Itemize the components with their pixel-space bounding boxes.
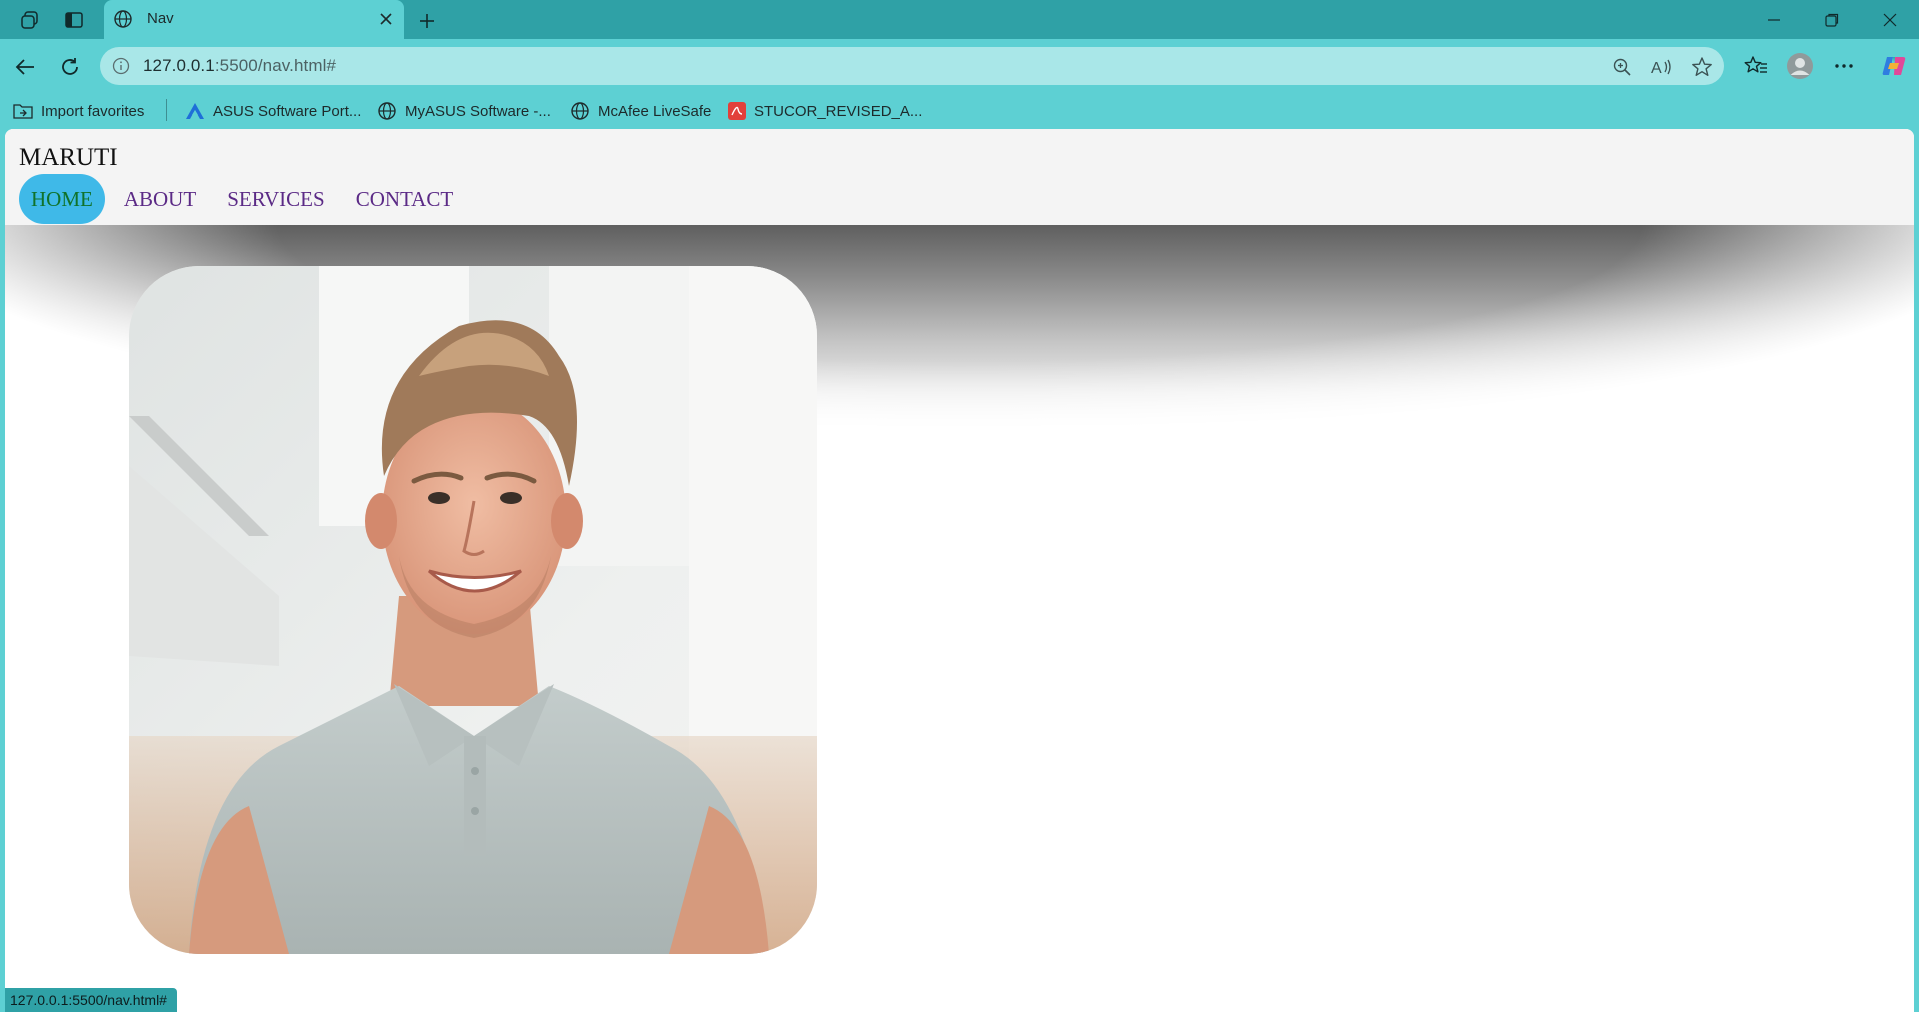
url-path: :5500/nav.html# — [214, 56, 337, 75]
bookmark-import-favorites[interactable]: Import favorites — [13, 98, 144, 124]
refresh-icon[interactable] — [55, 52, 85, 82]
nav-item-services[interactable]: SERVICES — [215, 174, 337, 224]
workspaces-icon[interactable] — [13, 5, 47, 35]
site-info-icon[interactable] — [112, 57, 130, 80]
restore-icon[interactable] — [1803, 0, 1861, 39]
status-url-tooltip: 127.0.0.1:5500/nav.html# — [5, 988, 177, 1012]
url-host: 127.0.0.1 — [143, 56, 215, 75]
bookmarks-bar: Import favorites ASUS Software Port... M… — [0, 94, 1919, 128]
nav-item-about[interactable]: ABOUT — [112, 174, 208, 224]
globe-icon — [113, 9, 133, 34]
profile-avatar-icon[interactable] — [1785, 51, 1815, 81]
browser-title-bar: Nav — [0, 0, 1919, 39]
back-arrow-icon[interactable] — [10, 52, 40, 82]
globe-icon — [377, 101, 397, 121]
bookmark-mcafee-livesafe[interactable]: McAfee LiveSafe — [570, 98, 711, 124]
zoom-icon[interactable] — [1610, 55, 1634, 79]
tab-nav[interactable]: Nav — [104, 0, 404, 39]
page-viewport: MARUTI HOME ABOUT SERVICES CONTACT — [5, 129, 1914, 1012]
window-close-icon[interactable] — [1861, 0, 1919, 39]
import-folder-icon — [13, 102, 33, 120]
bookmark-label: McAfee LiveSafe — [598, 102, 712, 120]
bookmarks-separator — [166, 99, 167, 121]
bookmark-asus-software-portal[interactable]: ASUS Software Port... — [185, 98, 361, 124]
portrait-illustration — [129, 266, 817, 954]
bookmark-label: STUCOR_REVISED_A... — [754, 102, 923, 120]
bookmark-label: ASUS Software Port... — [213, 102, 362, 120]
site-header: MARUTI HOME ABOUT SERVICES CONTACT — [5, 129, 1914, 225]
bookmark-label: MyASUS Software -... — [405, 102, 551, 120]
vertical-tabs-icon[interactable] — [57, 5, 91, 35]
globe-icon — [570, 101, 590, 121]
site-nav-menu: HOME ABOUT SERVICES CONTACT — [19, 174, 472, 224]
address-bar[interactable]: 127.0.0.1:5500/nav.html# A — [100, 47, 1724, 85]
bookmark-label: Import favorites — [41, 102, 145, 120]
asus-logo-icon — [185, 102, 205, 120]
browser-toolbar: 127.0.0.1:5500/nav.html# A — [0, 39, 1919, 94]
nav-item-home[interactable]: HOME — [19, 174, 105, 224]
site-brand: MARUTI — [19, 144, 118, 171]
pdf-icon — [728, 102, 746, 120]
bookmark-myasus-software[interactable]: MyASUS Software -... — [377, 98, 551, 124]
favorites-list-icon[interactable] — [1741, 51, 1771, 81]
minimize-icon[interactable] — [1745, 0, 1803, 39]
copilot-icon[interactable] — [1879, 51, 1909, 81]
bookmark-stucor-revised[interactable]: STUCOR_REVISED_A... — [728, 98, 922, 124]
more-options-icon[interactable] — [1829, 51, 1859, 81]
tab-title: Nav — [147, 10, 174, 27]
close-icon[interactable] — [376, 9, 396, 34]
read-aloud-icon[interactable]: A — [1650, 55, 1674, 79]
new-tab-plus-icon[interactable] — [410, 6, 444, 36]
address-url[interactable]: 127.0.0.1:5500/nav.html# — [143, 56, 336, 76]
favorite-star-icon[interactable] — [1690, 55, 1714, 79]
profile-photo — [129, 266, 817, 954]
nav-item-contact[interactable]: CONTACT — [344, 174, 465, 224]
svg-text:A: A — [1651, 60, 1662, 77]
